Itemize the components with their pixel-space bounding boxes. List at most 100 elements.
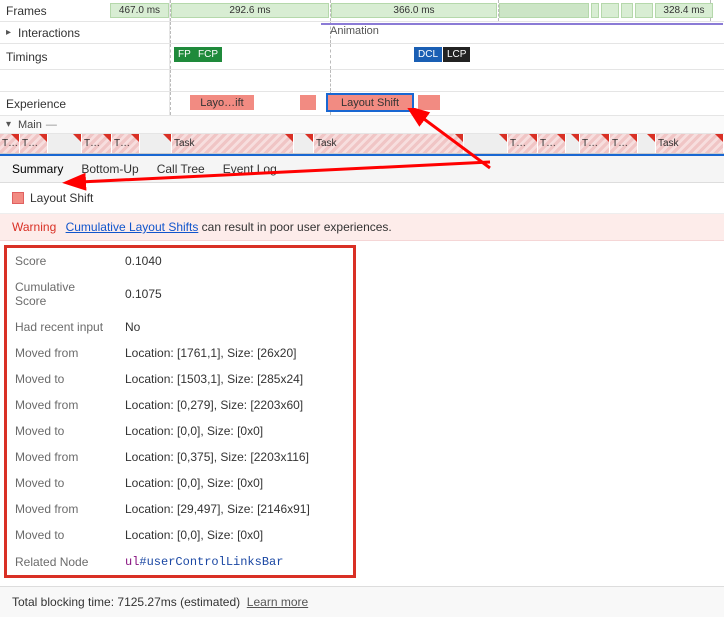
tasks-row: T… T… T… T… Task Task T… T… T… T… Task <box>0 134 724 154</box>
detail-row: Moved fromLocation: [29,497], Size: [214… <box>7 496 353 522</box>
detail-row: Score0.1040 <box>7 248 353 274</box>
detail-value: Location: [0,0], Size: [0x0] <box>117 522 353 548</box>
frame-block[interactable]: 366.0 ms <box>331 3 497 18</box>
timings-lane: FP FCP DCL LCP <box>170 44 724 69</box>
detail-key: Cumulative Score <box>7 274 117 314</box>
detail-row: Moved fromLocation: [1761,1], Size: [26x… <box>7 340 353 366</box>
detail-value: Location: [29,497], Size: [2146x91] <box>117 496 353 522</box>
detail-key: Moved from <box>7 444 117 470</box>
lcp-badge[interactable]: LCP <box>443 47 470 62</box>
experience-lane: Layo…ift Layout Shift <box>170 92 724 115</box>
fp-badge[interactable]: FP <box>174 47 195 62</box>
experience-track: Experience Layo…ift Layout Shift <box>0 92 724 116</box>
frame-block[interactable] <box>499 3 589 18</box>
detail-key: Moved to <box>7 470 117 496</box>
tab-bottom-up[interactable]: Bottom-Up <box>81 162 138 176</box>
task-block[interactable]: Task <box>656 134 724 153</box>
warning-row: Warning Cumulative Layout Shifts can res… <box>0 214 724 241</box>
frame-block[interactable] <box>601 3 619 18</box>
task-gap <box>48 134 82 153</box>
detail-key: Score <box>7 248 117 274</box>
task-block[interactable]: Task <box>172 134 294 153</box>
detail-row: Had recent inputNo <box>7 314 353 340</box>
layout-shift-event[interactable] <box>300 95 316 110</box>
learn-more-link[interactable]: Learn more <box>247 595 308 609</box>
tbt-prefix: Total blocking time: <box>12 595 117 609</box>
detail-value: No <box>117 314 353 340</box>
layout-shift-event-selected[interactable]: Layout Shift <box>328 95 412 110</box>
summary-title: Layout Shift <box>30 191 93 205</box>
task-block[interactable]: T… <box>0 134 20 153</box>
task-block[interactable]: T… <box>508 134 538 153</box>
task-block[interactable]: T… <box>20 134 48 153</box>
frame-block[interactable]: 328.4 ms <box>655 3 713 18</box>
task-block[interactable]: T… <box>112 134 140 153</box>
detail-value: Location: [0,375], Size: [2203x116] <box>117 444 353 470</box>
layout-shift-event[interactable]: Layo…ift <box>190 95 254 110</box>
frame-block[interactable]: 467.0 ms <box>110 3 169 18</box>
main-label: Main <box>18 119 42 131</box>
frame-block[interactable] <box>591 3 599 18</box>
warning-label: Warning <box>12 220 56 234</box>
frames-lane: 467.0 ms 292.6 ms 366.0 ms 328.4 ms <box>170 0 724 21</box>
detail-value: Location: [1761,1], Size: [26x20] <box>117 340 353 366</box>
detail-key: Moved from <box>7 392 117 418</box>
animation-bar[interactable] <box>321 23 723 25</box>
task-gap <box>638 134 656 153</box>
detail-key: Moved from <box>7 340 117 366</box>
layout-shift-swatch <box>12 192 24 204</box>
details-table: Score0.1040Cumulative Score0.1075Had rec… <box>7 248 353 575</box>
related-node-value[interactable]: ul#userControlLinksBar <box>117 548 353 575</box>
details-tabs: Summary Bottom-Up Call Tree Event Log <box>0 154 724 183</box>
task-block[interactable]: T… <box>580 134 610 153</box>
task-block[interactable]: Task <box>314 134 464 153</box>
interactions-label-cell[interactable]: ▸ Interactions <box>0 22 170 43</box>
task-gap <box>566 134 580 153</box>
detail-row: Cumulative Score0.1075 <box>7 274 353 314</box>
frame-block[interactable]: 292.6 ms <box>171 3 329 18</box>
detail-value: 0.1075 <box>117 274 353 314</box>
detail-key: Had recent input <box>7 314 117 340</box>
detail-row: Moved toLocation: [0,0], Size: [0x0] <box>7 470 353 496</box>
spacer-label <box>0 70 170 91</box>
warning-rest: can result in poor user experiences. <box>198 220 391 234</box>
main-dash: — <box>46 119 57 131</box>
dcl-badge[interactable]: DCL <box>414 47 442 62</box>
spacer-track <box>0 70 724 92</box>
task-block[interactable]: T… <box>610 134 638 153</box>
frames-track: Frames 467.0 ms 292.6 ms 366.0 ms 328.4 … <box>0 0 724 22</box>
experience-label-cell[interactable]: Experience <box>0 92 170 115</box>
detail-value: 0.1040 <box>117 248 353 274</box>
spacer-lane <box>170 70 724 91</box>
timings-label: Timings <box>6 50 48 64</box>
tab-summary[interactable]: Summary <box>12 162 63 176</box>
detail-key: Moved to <box>7 366 117 392</box>
frame-block[interactable] <box>635 3 653 18</box>
warning-link[interactable]: Cumulative Layout Shifts <box>66 220 199 234</box>
task-gap <box>140 134 172 153</box>
detail-value: Location: [0,279], Size: [2203x60] <box>117 392 353 418</box>
task-block[interactable]: T… <box>538 134 566 153</box>
frame-block[interactable] <box>621 3 633 18</box>
chevron-down-icon[interactable]: ▾ <box>6 119 14 130</box>
detail-row: Moved toLocation: [1503,1], Size: [285x2… <box>7 366 353 392</box>
detail-key: Moved to <box>7 418 117 444</box>
interactions-track: ▸ Interactions Animation <box>0 22 724 44</box>
tab-event-log[interactable]: Event Log <box>223 162 277 176</box>
detail-value: Location: [0,0], Size: [0x0] <box>117 418 353 444</box>
detail-row: Moved toLocation: [0,0], Size: [0x0] <box>7 418 353 444</box>
detail-key: Moved to <box>7 522 117 548</box>
interactions-label: Interactions <box>18 26 80 40</box>
chevron-right-icon[interactable]: ▸ <box>6 27 14 38</box>
timings-label-cell[interactable]: Timings <box>0 44 170 69</box>
fcp-badge[interactable]: FCP <box>194 47 222 62</box>
task-block[interactable]: T… <box>82 134 112 153</box>
main-track-header[interactable]: ▾ Main — <box>0 116 724 134</box>
frames-label: Frames <box>6 4 47 18</box>
details-box: Score0.1040Cumulative Score0.1075Had rec… <box>4 245 356 578</box>
task-gap <box>294 134 314 153</box>
layout-shift-event[interactable] <box>418 95 440 110</box>
detail-row: Moved fromLocation: [0,375], Size: [2203… <box>7 444 353 470</box>
tbt-value: 7125.27ms (estimated) <box>117 595 240 609</box>
tab-call-tree[interactable]: Call Tree <box>157 162 205 176</box>
